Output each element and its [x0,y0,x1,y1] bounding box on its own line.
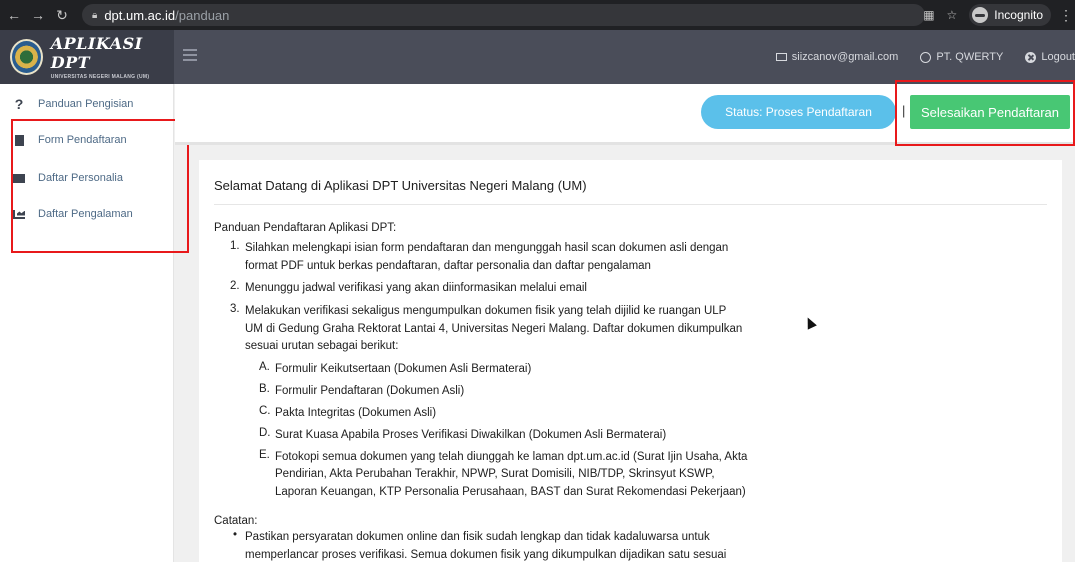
company-link[interactable]: PT. QWERTY [920,51,1003,63]
reload-icon[interactable]: ↻ [52,7,72,24]
page-title: Selamat Datang di Aplikasi DPT Universit… [214,178,587,193]
content-card: Selamat Datang di Aplikasi DPT Universit… [199,160,1062,562]
step-text: format PDF untuk berkas pendaftaran, daf… [245,260,651,272]
bookmark-star-icon[interactable]: ☆ [947,8,958,22]
url-path: /panduan [175,7,230,23]
highlight-box-sidebar [11,119,189,253]
brand-title: APLIKASI DPT [50,34,143,72]
email-link[interactable]: siizcanov@gmail.com [775,51,899,63]
lock-icon: 🔒︎ [92,9,98,21]
status-button[interactable]: Status: Proses Pendaftaran [701,95,896,129]
forward-arrow-icon[interactable]: → [28,7,48,23]
app-header: APLIKASI DPT UNIVERSITAS NEGERI MALANG (… [0,30,1075,84]
divider [214,204,1047,205]
incognito-icon [972,7,989,23]
incognito-badge[interactable]: Incognito [969,4,1051,26]
step-text: Melakukan verifikasi sekaligus mengumpul… [245,305,727,317]
hamburger-menu-icon[interactable] [183,49,197,61]
question-icon: ? [14,96,24,112]
step-number: 1. [230,240,240,252]
note-text: Pastikan persyaratan dokumen online dan … [245,531,710,543]
incognito-label: Incognito [994,8,1043,22]
address-bar[interactable]: 🔒︎ dpt.um.ac.id/panduan [82,4,925,26]
user-circle-icon [920,51,932,63]
document-letter: D. [259,427,271,439]
brand-subtitle: UNIVERSITAS NEGERI MALANG (UM) [50,74,150,80]
document-letter: E. [259,449,270,461]
close-circle-icon [1025,51,1037,63]
logout-label: Logout [1041,51,1075,63]
step-text: UM di Gedung Graha Rektorat Lantai 4, Un… [245,323,743,335]
note-text: memperlancar proses verifikasi. Semua do… [245,549,727,561]
document-letter: B. [259,383,270,395]
sidebar-item-panduan-pengisian[interactable]: ? Panduan Pengisian [12,95,134,113]
step-number: 2. [230,280,240,292]
company-label: PT. QWERTY [936,51,1004,63]
sidebar-item-label: Panduan Pengisian [38,98,134,110]
step-text: sesuai urutan sebagai berikut: [245,340,399,352]
step-text: Menunggu jadwal verifikasi yang akan dii… [245,282,587,294]
notes-heading: Catatan: [214,515,258,527]
document-text: Formulir Pendaftaran (Dokumen Asli) [275,385,465,397]
document-text: Fotokopi semua dokumen yang telah diungg… [275,451,748,463]
document-text: Pakta Integritas (Dokumen Asli) [275,407,437,419]
document-letter: C. [259,405,271,417]
document-text: Laporan Keuangan, KTP Personalia Perusah… [275,486,746,498]
step-number: 3. [230,303,240,315]
university-logo-icon [10,39,43,75]
translate-icon[interactable]: ▦ [923,8,934,22]
document-text: Surat Kuasa Apabila Proses Verifikasi Di… [275,429,667,441]
document-letter: A. [259,361,270,373]
kebab-menu-icon[interactable]: ⋮ [1059,7,1073,24]
back-arrow-icon[interactable]: ← [4,7,24,23]
step-text: Silahkan melengkapi isian form pendaftar… [245,242,729,254]
url-host: dpt.um.ac.id [104,7,176,23]
document-text: Formulir Keikutsertaan (Dokumen Asli Ber… [275,363,532,375]
document-text: Pendirian, Akta Perubahan Terakhir, NPWP… [275,468,715,480]
logout-link[interactable]: Logout [1025,51,1075,63]
user-nav: siizcanov@gmail.com PT. QWERTY Logout [775,30,1075,84]
guide-heading: Panduan Pendaftaran Aplikasi DPT: [214,222,397,234]
envelope-icon [775,53,787,61]
browser-toolbar: ← → ↻ 🔒︎ dpt.um.ac.id/panduan ▦ ☆ Incogn… [0,0,1075,30]
brand[interactable]: APLIKASI DPT UNIVERSITAS NEGERI MALANG (… [0,30,174,84]
highlight-box-finish [895,80,1075,146]
email-label: siizcanov@gmail.com [791,51,899,63]
note-bullet: • [233,529,238,541]
